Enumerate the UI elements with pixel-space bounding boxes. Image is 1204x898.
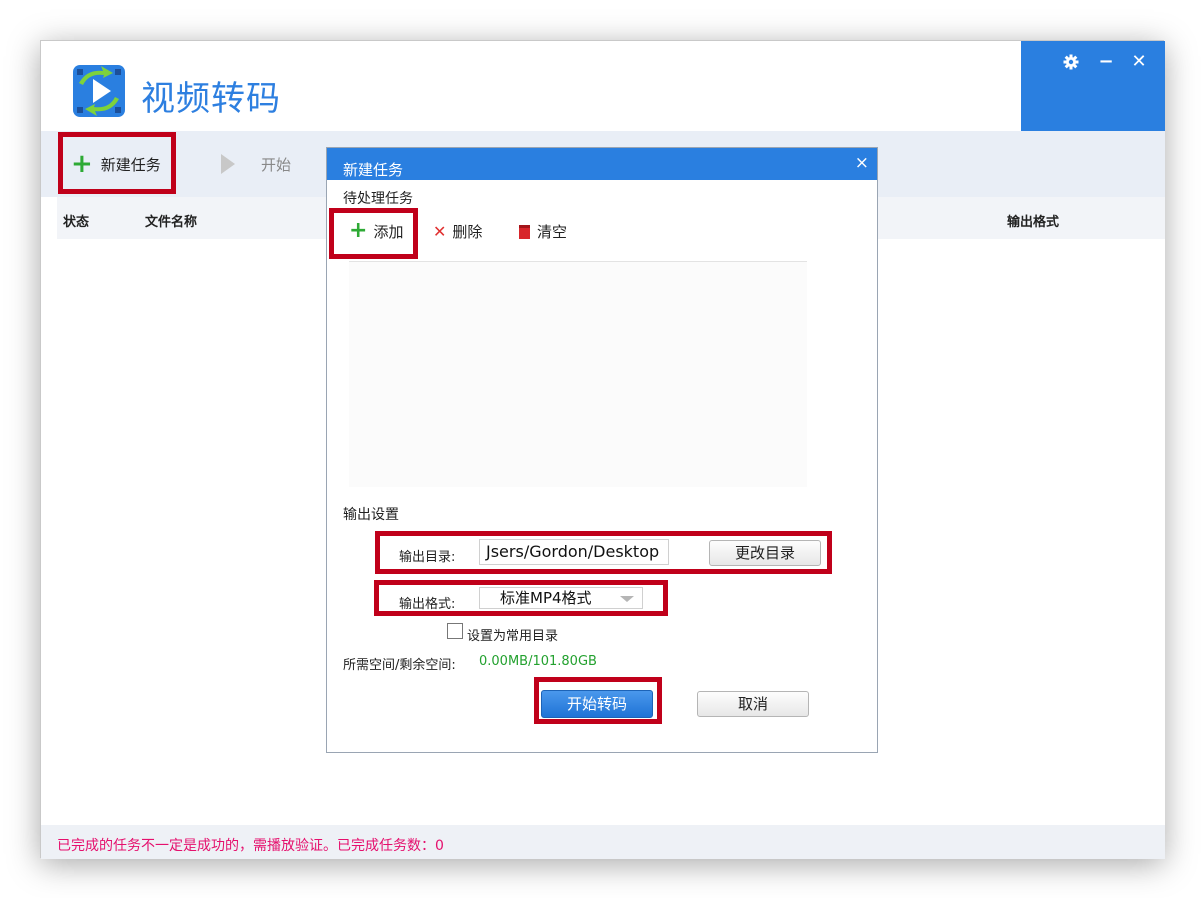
delete-button[interactable]: ✕ 删除 <box>433 221 482 242</box>
cancel-button[interactable]: 取消 <box>697 691 809 717</box>
start-button[interactable]: 开始 <box>221 131 291 197</box>
highlight-output-format <box>374 580 668 616</box>
highlight-start-transcode <box>534 677 662 724</box>
column-filename: 文件名称 <box>145 215 198 230</box>
minimize-button[interactable]: − <box>1095 51 1117 73</box>
close-button[interactable]: ✕ <box>1128 51 1150 73</box>
column-output-format: 输出格式 <box>1007 215 1060 230</box>
dialog-title-bar: 新建任务 × <box>327 148 877 180</box>
delete-x-icon: ✕ <box>433 222 447 241</box>
dialog-close-icon[interactable]: × <box>855 153 869 173</box>
output-section-title: 输出设置 <box>343 507 399 523</box>
pending-section-title: 待处理任务 <box>343 191 413 207</box>
status-bar: 已完成的任务不一定是成功的，需播放验证。已完成任务数：0 <box>41 825 1165 859</box>
delete-label: 删除 <box>452 223 483 241</box>
app-logo-icon <box>73 65 125 117</box>
set-default-label: 设置为常用目录 <box>467 629 559 644</box>
play-icon <box>221 154 235 174</box>
highlight-new-task <box>58 132 176 194</box>
highlight-output-dir <box>375 531 832 574</box>
highlight-add <box>329 208 418 259</box>
gear-icon[interactable] <box>1060 51 1082 73</box>
title-bar: 视频转码 − ✕ <box>41 41 1165 131</box>
set-default-checkbox[interactable] <box>447 623 463 639</box>
clear-button[interactable]: 清空 <box>519 221 567 242</box>
space-label: 所需空间/剩余空间: <box>343 658 456 673</box>
dialog-title: 新建任务 <box>343 161 404 179</box>
trash-icon <box>519 224 530 239</box>
start-label: 开始 <box>261 155 292 174</box>
window-controls: − ✕ <box>1021 41 1165 131</box>
app-title: 视频转码 <box>141 79 281 119</box>
clear-label: 清空 <box>537 223 568 241</box>
pending-task-list[interactable] <box>349 261 807 487</box>
space-value: 0.00MB/101.80GB <box>479 654 597 669</box>
column-status: 状态 <box>63 215 90 230</box>
